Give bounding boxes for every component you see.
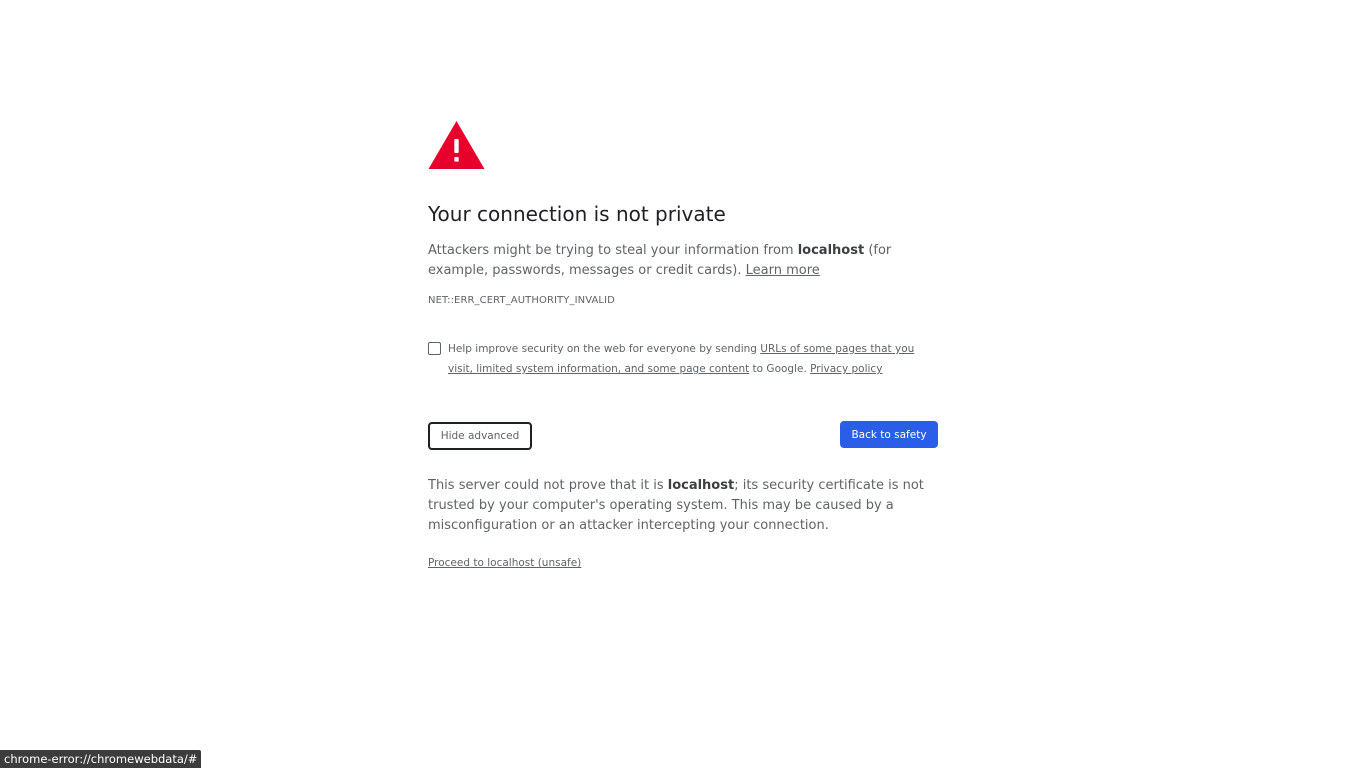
- learn-more-link[interactable]: Learn more: [746, 263, 820, 278]
- page-title: Your connection is not private: [428, 202, 726, 226]
- explanation-host: localhost: [797, 243, 865, 258]
- back-to-safety-button[interactable]: Back to safety: [840, 421, 938, 448]
- optin-prefix: Help improve security on the web for eve…: [448, 343, 761, 355]
- hide-advanced-button[interactable]: Hide advanced: [428, 422, 532, 450]
- explanation-text: Attackers might be trying to steal your …: [428, 241, 938, 281]
- details-text: This server could not prove that it is l…: [428, 476, 938, 536]
- details-host: localhost: [667, 478, 735, 493]
- warning-triangle-icon: [428, 121, 485, 169]
- optin-checkbox[interactable]: [428, 342, 441, 355]
- details-prefix: This server could not prove that it is: [428, 478, 668, 493]
- error-code: NET::ERR_CERT_AUTHORITY_INVALID: [428, 295, 615, 306]
- optin-middle: to Google.: [749, 363, 811, 375]
- explanation-prefix: Attackers might be trying to steal your …: [428, 243, 798, 258]
- proceed-unsafe-link[interactable]: Proceed to localhost (unsafe): [428, 557, 581, 569]
- privacy-policy-link[interactable]: Privacy policy: [810, 363, 882, 375]
- optin-label: Help improve security on the web for eve…: [448, 339, 940, 379]
- interstitial-page: Your connection is not private Attackers…: [0, 0, 1366, 768]
- status-bar-url: chrome-error://chromewebdata/#: [0, 750, 202, 768]
